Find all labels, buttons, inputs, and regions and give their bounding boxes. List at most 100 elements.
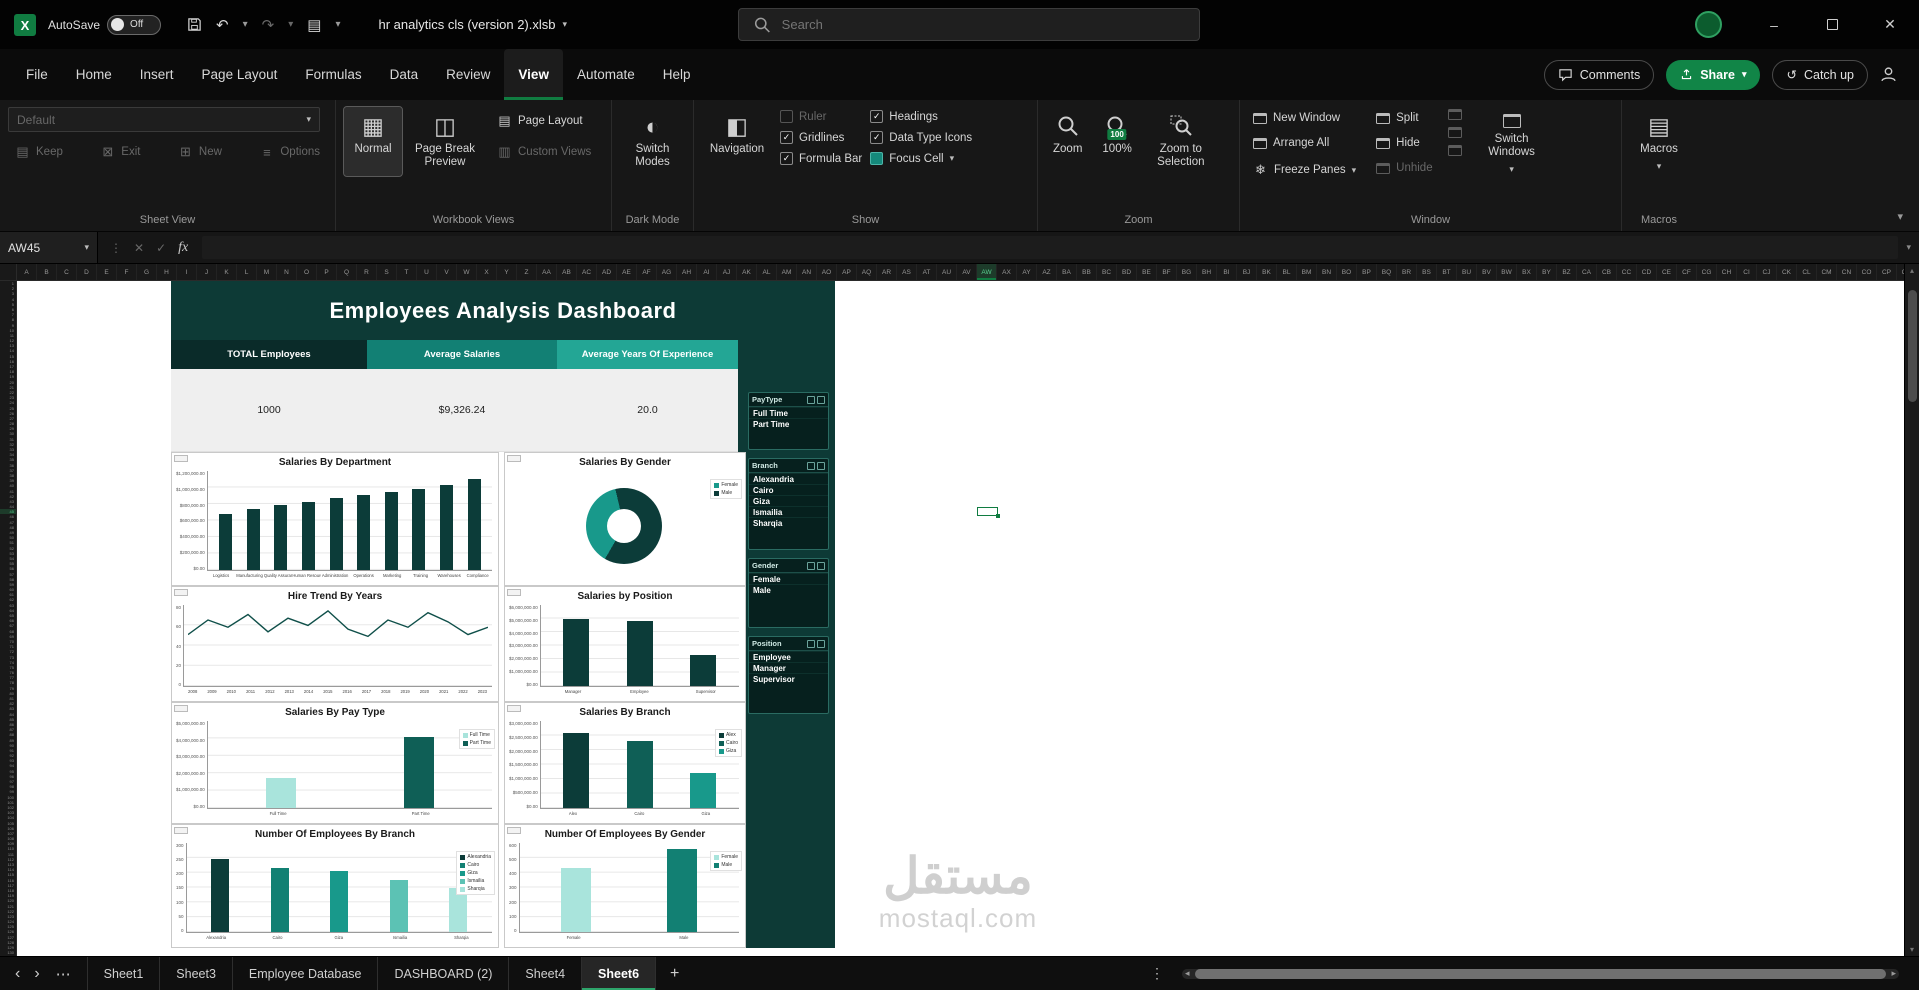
kpi-tab-average-years-of-experience[interactable]: Average Years Of Experience	[557, 340, 738, 369]
column-header-CA[interactable]: CA	[1577, 264, 1597, 280]
show-option-ruler[interactable]: Ruler	[780, 110, 862, 123]
column-header-A[interactable]: A	[17, 264, 37, 280]
slicer-item-giza[interactable]: Giza	[749, 495, 828, 506]
sheet-tab-sheet3[interactable]: Sheet3	[160, 957, 233, 990]
new-window-button[interactable]: New Window	[1248, 109, 1361, 127]
sheet-tab-sheet6[interactable]: Sheet6	[582, 957, 657, 990]
column-header-CF[interactable]: CF	[1677, 264, 1697, 280]
column-header-BT[interactable]: BT	[1437, 264, 1457, 280]
column-header-CO[interactable]: CO	[1857, 264, 1877, 280]
slicer-item-ismailia[interactable]: Ismailia	[749, 506, 828, 517]
column-header-J[interactable]: J	[197, 264, 217, 280]
column-header-BD[interactable]: BD	[1117, 264, 1137, 280]
kpi-tab-average-salaries[interactable]: Average Salaries	[367, 340, 557, 369]
chart-employees-by-branch[interactable]: Number Of Employees By Branch 300 250 200 15…	[171, 824, 499, 948]
column-header-F[interactable]: F	[117, 264, 137, 280]
slicer-item-manager[interactable]: Manager	[749, 662, 828, 673]
column-header-BX[interactable]: BX	[1517, 264, 1537, 280]
search-box[interactable]	[738, 8, 1200, 41]
normal-view-button[interactable]: ▦ Normal	[343, 105, 403, 178]
column-header-BV[interactable]: BV	[1477, 264, 1497, 280]
slicer-item-full-time[interactable]: Full Time	[749, 407, 828, 418]
column-header-H[interactable]: H	[157, 264, 177, 280]
column-header-Q[interactable]: Q	[337, 264, 357, 280]
hide-button[interactable]: Hide	[1371, 134, 1437, 152]
column-header-P[interactable]: P	[317, 264, 337, 280]
chart-salaries-by-department[interactable]: Salaries By Department $1,200,000.00 $1,00…	[171, 452, 499, 586]
macros-button[interactable]: ▤ Macros ▾	[1630, 107, 1688, 179]
next-sheet-icon[interactable]: ›	[27, 965, 46, 983]
column-header-AS[interactable]: AS	[897, 264, 917, 280]
column-headers[interactable]: A B C D E F G H I J K L M N O P Q R S T U V W X Y Z AA AB AC AD AE AF AG…	[17, 264, 1904, 281]
column-header-AM[interactable]: AM	[777, 264, 797, 280]
column-header-CL[interactable]: CL	[1797, 264, 1817, 280]
column-header-I[interactable]: I	[177, 264, 197, 280]
column-header-AJ[interactable]: AJ	[717, 264, 737, 280]
column-header-AQ[interactable]: AQ	[857, 264, 877, 280]
column-header-W[interactable]: W	[457, 264, 477, 280]
column-header-E[interactable]: E	[97, 264, 117, 280]
column-header-AP[interactable]: AP	[837, 264, 857, 280]
name-box[interactable]: AW45 ▾	[0, 232, 98, 263]
column-header-CH[interactable]: CH	[1717, 264, 1737, 280]
undo-icon[interactable]: ↶	[216, 16, 229, 34]
ribbon-tab-formulas[interactable]: Formulas	[291, 49, 375, 100]
column-header-K[interactable]: K	[217, 264, 237, 280]
tab-bar-options-icon[interactable]: ⋮	[1150, 965, 1164, 982]
column-header-BK[interactable]: BK	[1257, 264, 1277, 280]
save-icon[interactable]	[187, 17, 202, 32]
slicer-branch[interactable]: Branch Alexandria Cairo Giza Ismailia Sharqia	[748, 458, 829, 550]
column-header-BC[interactable]: BC	[1097, 264, 1117, 280]
column-header-AB[interactable]: AB	[557, 264, 577, 280]
column-header-AH[interactable]: AH	[677, 264, 697, 280]
qat-extra-icon[interactable]: ▤	[307, 16, 321, 34]
column-header-U[interactable]: U	[417, 264, 437, 280]
slicer-paytype[interactable]: PayType Full Time Part Time	[748, 392, 829, 450]
column-header-CM[interactable]: CM	[1817, 264, 1837, 280]
select-all-corner[interactable]	[0, 264, 17, 281]
show-option-headings[interactable]: ✓ Headings	[870, 110, 972, 123]
slicer-item-sharqia[interactable]: Sharqia	[749, 517, 828, 528]
new-sheet-view-button[interactable]: ⊞ New	[173, 141, 227, 163]
name-box-dropdown-icon[interactable]: ▾	[84, 242, 89, 253]
horizontal-scrollbar-thumb[interactable]	[1195, 969, 1886, 979]
column-header-O[interactable]: O	[297, 264, 317, 280]
column-header-M[interactable]: M	[257, 264, 277, 280]
column-header-AI[interactable]: AI	[697, 264, 717, 280]
all-sheets-icon[interactable]: ⋯	[47, 965, 81, 983]
search-input[interactable]	[781, 17, 1185, 32]
slicer-item-female[interactable]: Female	[749, 573, 828, 584]
sheet-view-dropdown[interactable]: Default ▾	[8, 107, 320, 132]
column-header-V[interactable]: V	[437, 264, 457, 280]
scroll-left-icon[interactable]: ◂	[1185, 968, 1190, 979]
scroll-right-icon[interactable]: ▸	[1891, 968, 1896, 979]
exit-button[interactable]: ⊠ Exit	[95, 141, 145, 163]
row-headers[interactable]: 1 2 3 4 5 6 7 8 9 10 11 12 13 14 15 16 17 18 19 20 21 22 23 24 2…	[0, 281, 17, 956]
slicer-gender[interactable]: Gender Female Male	[748, 558, 829, 628]
options-button[interactable]: ≡ Options	[254, 141, 325, 163]
chart-salaries-by-pay-type[interactable]: Salaries By Pay Type $5,000,000.00 $4,000,…	[171, 702, 499, 824]
column-header-CP[interactable]: CP	[1877, 264, 1897, 280]
column-header-G[interactable]: G	[137, 264, 157, 280]
column-header-C[interactable]: C	[57, 264, 77, 280]
chart-salaries-by-position[interactable]: Salaries by Position $6,000,000.00 $5,000,…	[504, 586, 746, 702]
column-header-BI[interactable]: BI	[1217, 264, 1237, 280]
column-header-AG[interactable]: AG	[657, 264, 677, 280]
vertical-scrollbar[interactable]: ▴ ▾	[1904, 264, 1919, 956]
column-header-AZ[interactable]: AZ	[1037, 264, 1057, 280]
column-header-AV[interactable]: AV	[957, 264, 977, 280]
checkbox-headings[interactable]: ✓	[870, 110, 884, 123]
custom-views-button[interactable]: ▥ Custom Views	[492, 141, 596, 163]
ribbon-tab-insert[interactable]: Insert	[126, 49, 188, 100]
column-header-BO[interactable]: BO	[1337, 264, 1357, 280]
chart-hire-trend-by-years[interactable]: Hire Trend By Years 80 60 40 20 0 2008 2009 2010…	[171, 586, 499, 702]
catch-up-button[interactable]: ↺ Catch up	[1772, 59, 1868, 90]
sheet-tab-sheet4[interactable]: Sheet4	[509, 957, 583, 990]
keep-button[interactable]: ▤ Keep	[10, 141, 68, 163]
column-header-AR[interactable]: AR	[877, 264, 897, 280]
column-header-R[interactable]: R	[357, 264, 377, 280]
column-header-AE[interactable]: AE	[617, 264, 637, 280]
navigation-button[interactable]: ◧ Navigation	[702, 107, 772, 165]
column-header-CG[interactable]: CG	[1697, 264, 1717, 280]
ribbon-tab-file[interactable]: File	[12, 49, 62, 100]
